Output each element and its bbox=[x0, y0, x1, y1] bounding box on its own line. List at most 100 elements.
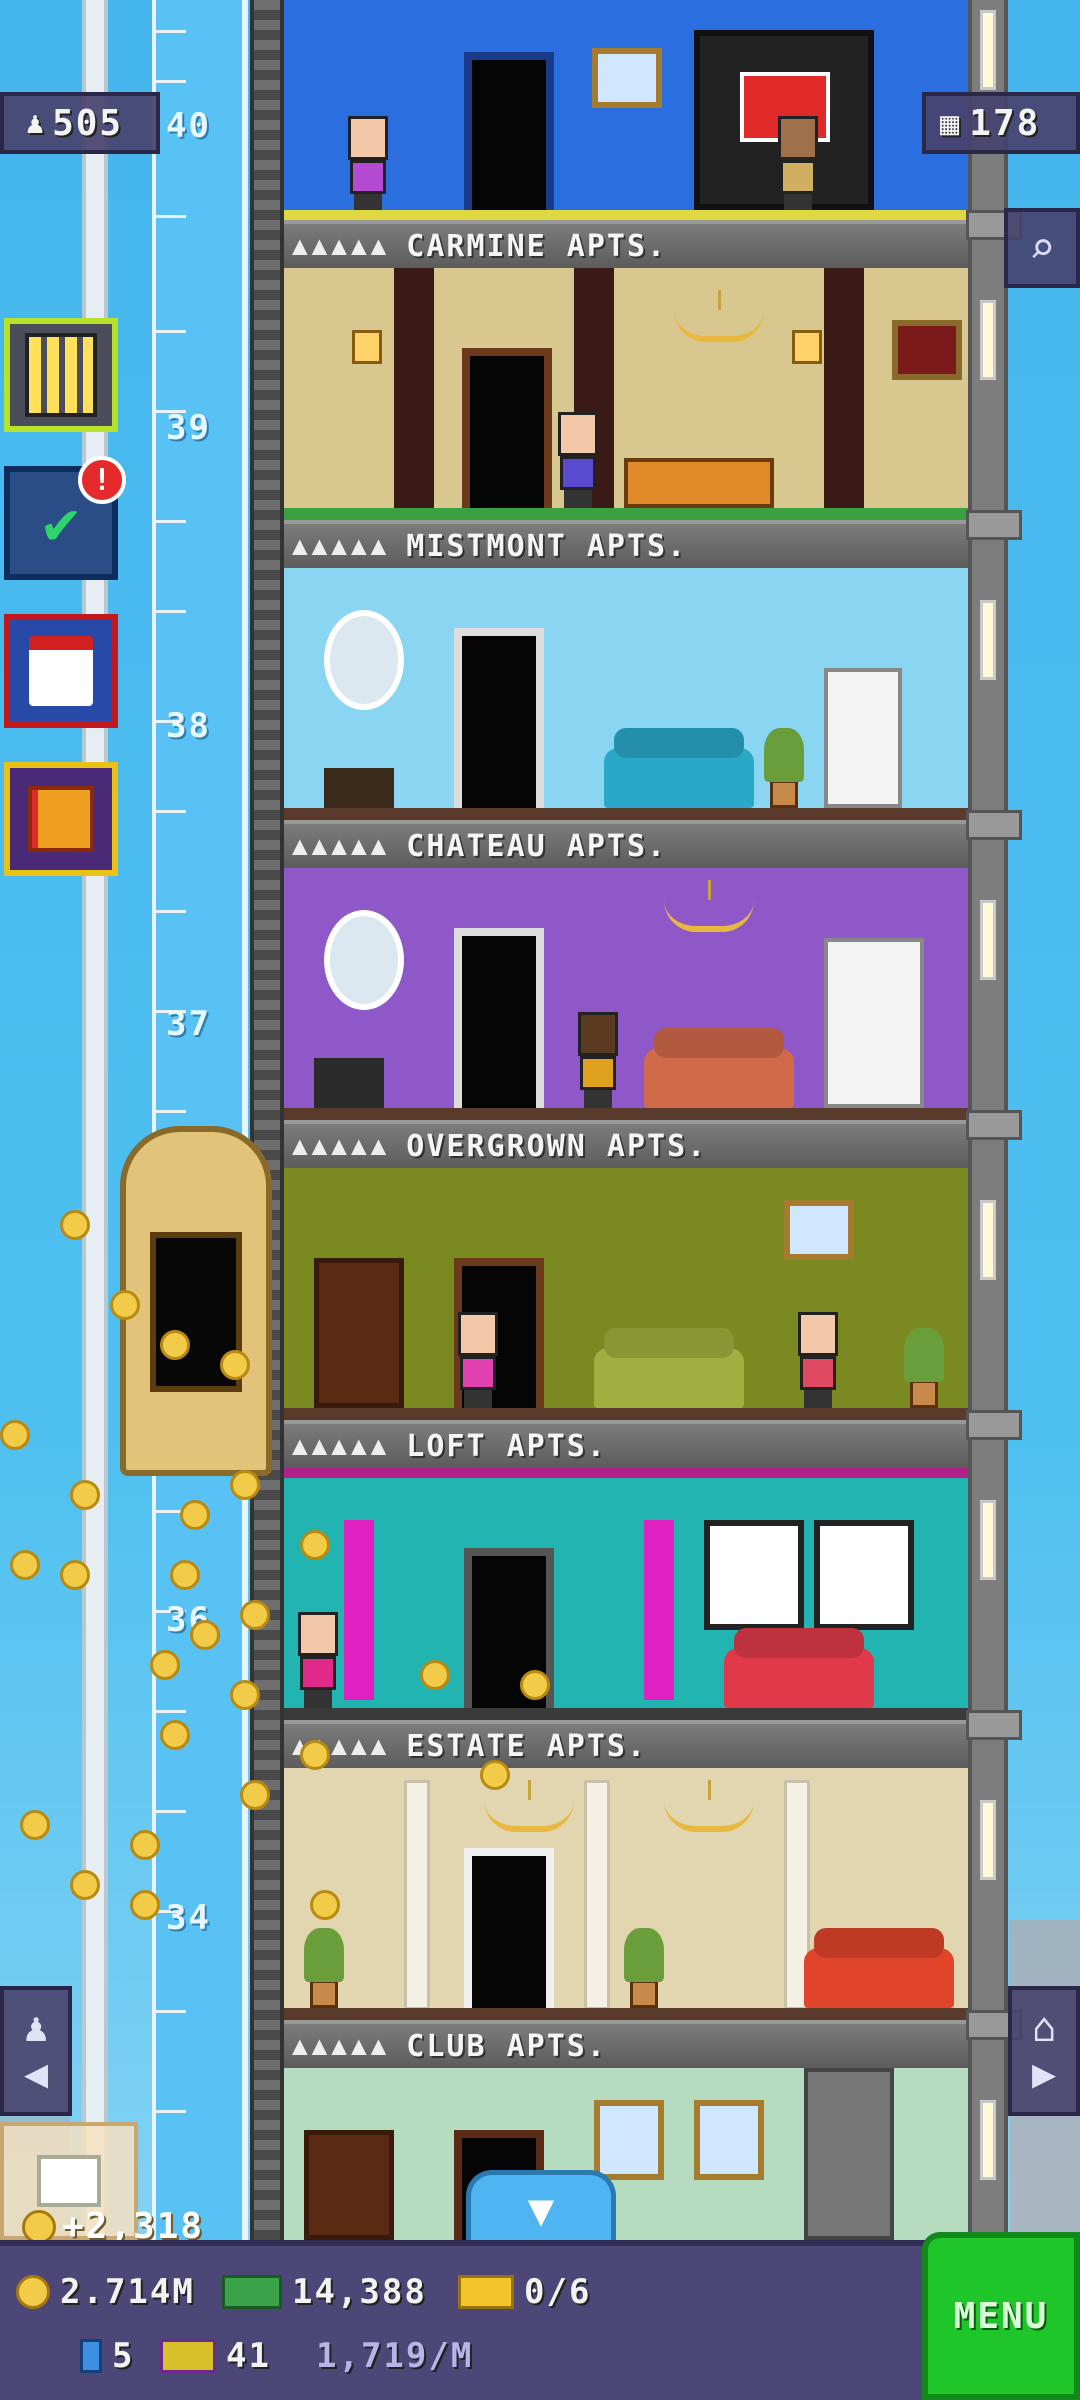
wall-lamp bbox=[784, 330, 824, 400]
sofa bbox=[594, 1348, 744, 1408]
cabinet bbox=[824, 938, 924, 1108]
floor-nameplate: ▲▲▲▲▲ CLUB APTS. bbox=[284, 2020, 968, 2068]
vip-value: 41 bbox=[226, 2336, 271, 2376]
floor-loft[interactable]: ▲▲▲▲▲ LOFT APTS. bbox=[284, 1420, 968, 1720]
bits-stat[interactable]: 5 bbox=[80, 2336, 134, 2376]
tickets-value: 0/6 bbox=[524, 2272, 592, 2312]
floor-name: MISTMONT APTS. bbox=[406, 528, 688, 564]
vip-icon bbox=[160, 2339, 216, 2373]
plant bbox=[304, 1928, 344, 2008]
floor-nameplate: ▲▲▲▲▲ OVERGROWN APTS. bbox=[284, 1120, 968, 1168]
rating-stars: ▲▲▲▲▲ bbox=[292, 2031, 391, 2061]
floor-nameplate: ▲▲▲▲▲ CHATEAU APTS. bbox=[284, 820, 968, 868]
tenant[interactable] bbox=[774, 116, 822, 212]
mirror bbox=[324, 910, 404, 1010]
floor-counter[interactable]: ▦ 178 bbox=[922, 92, 1080, 154]
rating-stars: ▲▲▲▲▲ bbox=[292, 831, 391, 861]
floor-club[interactable]: ▲▲▲▲▲ CLUB APTS. bbox=[284, 2020, 968, 2240]
plant bbox=[904, 1328, 944, 1408]
bux-stat[interactable]: 14,388 bbox=[222, 2272, 427, 2312]
floor-nameplate: ▲▲▲▲▲ ESTATE APTS. bbox=[284, 1720, 968, 1768]
bottom-status-bar: 2.714M 14,388 0/6 5 41 1,719/M bbox=[0, 2240, 1080, 2400]
floor-name: CLUB APTS. bbox=[406, 2028, 607, 2064]
coins-stat[interactable]: 2.714M bbox=[16, 2272, 195, 2312]
income-rate: 1,719/M bbox=[316, 2336, 473, 2376]
calendar-button[interactable] bbox=[4, 614, 118, 728]
rating-stars: ▲▲▲▲▲ bbox=[292, 1131, 391, 1161]
arrow-right-icon: ▶ bbox=[1031, 2051, 1057, 2097]
rating-stars: ▲▲▲▲▲ bbox=[292, 231, 391, 261]
nav-lobby-button[interactable]: ♟ ◀ bbox=[0, 1986, 72, 2116]
coin-icon bbox=[16, 2275, 50, 2309]
floor-chateau[interactable]: ▲▲▲▲▲ CHATEAU APTS. bbox=[284, 820, 968, 1120]
gift-button[interactable] bbox=[4, 762, 118, 876]
ticket-icon bbox=[458, 2275, 514, 2309]
magnifier-icon: ⌕ bbox=[1028, 222, 1056, 274]
floor-number: 38 bbox=[166, 706, 211, 746]
search-button[interactable]: ⌕ bbox=[1004, 208, 1080, 288]
missions-button[interactable]: ✔ ! bbox=[4, 456, 126, 580]
floor-number: 39 bbox=[166, 408, 211, 448]
tenant[interactable] bbox=[454, 1312, 502, 1408]
bits-value: 5 bbox=[112, 2336, 135, 2376]
floor-nameplate: ▲▲▲▲▲ CARMINE APTS. bbox=[284, 220, 968, 268]
elevator-car[interactable] bbox=[120, 1126, 272, 1476]
floor-count-value: 178 bbox=[969, 102, 1041, 144]
floor-name: LOFT APTS. bbox=[406, 1428, 607, 1464]
sofa bbox=[644, 1048, 794, 1108]
down-arrow-icon: ▼ bbox=[527, 2185, 555, 2236]
floor-mistmont[interactable]: ▲▲▲▲▲ MISTMONT APTS. bbox=[284, 520, 968, 820]
floor-number: 40 bbox=[166, 106, 211, 146]
vip-stat[interactable]: 41 bbox=[160, 2336, 271, 2376]
floor-nameplate: ▲▲▲▲▲ MISTMONT APTS. bbox=[284, 520, 968, 568]
home-icon: ⌂ bbox=[1031, 2005, 1057, 2051]
tenant[interactable] bbox=[554, 412, 602, 508]
rating-stars: ▲▲▲▲▲ bbox=[292, 531, 391, 561]
person-icon: ♟ bbox=[23, 2005, 49, 2051]
tower: ▲▲▲▲▲ CARMINE APTS. ▲▲▲▲▲ MISTMONT APTS. bbox=[284, 0, 968, 2240]
nav-top-button[interactable]: ⌂ ▶ bbox=[1008, 1986, 1080, 2116]
build-floor-icon bbox=[25, 333, 97, 417]
floor-ruler: 40 39 38 37 36 34 bbox=[152, 0, 248, 2240]
tickets-stat[interactable]: 0/6 bbox=[458, 2272, 591, 2312]
tower-pillar bbox=[966, 0, 1022, 2240]
plant bbox=[764, 728, 804, 808]
tenant[interactable] bbox=[344, 116, 392, 212]
build-floor-button[interactable] bbox=[4, 318, 118, 432]
bux-icon bbox=[222, 2275, 282, 2309]
menu-button[interactable]: MENU bbox=[922, 2232, 1080, 2400]
bits-icon bbox=[80, 2339, 102, 2373]
box-icon bbox=[37, 2155, 101, 2207]
floor-name: ESTATE APTS. bbox=[406, 1728, 648, 1764]
tenant[interactable] bbox=[794, 1312, 842, 1408]
plant bbox=[624, 1928, 664, 2008]
population-counter[interactable]: ♟ 505 bbox=[0, 92, 160, 154]
floor-top[interactable] bbox=[284, 0, 968, 220]
mirror bbox=[324, 610, 404, 710]
floor-nameplate: ▲▲▲▲▲ LOFT APTS. bbox=[284, 1420, 968, 1468]
floor-overgrown[interactable]: ▲▲▲▲▲ OVERGROWN APTS. bbox=[284, 1120, 968, 1420]
alert-badge: ! bbox=[78, 456, 126, 504]
bux-value: 14,388 bbox=[292, 2272, 427, 2312]
coins-value: 2.714M bbox=[60, 2272, 195, 2312]
sofa bbox=[804, 1948, 954, 2008]
floor-estate[interactable]: ▲▲▲▲▲ ESTATE APTS. bbox=[284, 1720, 968, 2020]
wall-lamp bbox=[344, 330, 384, 400]
population-value: 505 bbox=[52, 102, 124, 144]
floor-number: 34 bbox=[166, 1898, 211, 1938]
coin-icon bbox=[22, 2209, 56, 2244]
fridge bbox=[824, 668, 902, 808]
floor-carmine[interactable]: ▲▲▲▲▲ CARMINE APTS. bbox=[284, 220, 968, 520]
tenant[interactable] bbox=[294, 1612, 342, 1708]
person-icon: ♟ bbox=[26, 105, 47, 141]
floor-name: OVERGROWN APTS. bbox=[406, 1128, 708, 1164]
calendar-icon bbox=[29, 636, 93, 706]
chandelier bbox=[674, 290, 764, 342]
scroll-down-button[interactable]: ▼ bbox=[466, 2170, 616, 2246]
sofa bbox=[724, 1648, 874, 1708]
tenant[interactable] bbox=[574, 1012, 622, 1108]
floor-name: CHATEAU APTS. bbox=[406, 828, 668, 864]
sofa bbox=[604, 748, 754, 808]
building-icon: ▦ bbox=[940, 104, 962, 142]
income-rate-value: 1,719/M bbox=[316, 2336, 474, 2376]
